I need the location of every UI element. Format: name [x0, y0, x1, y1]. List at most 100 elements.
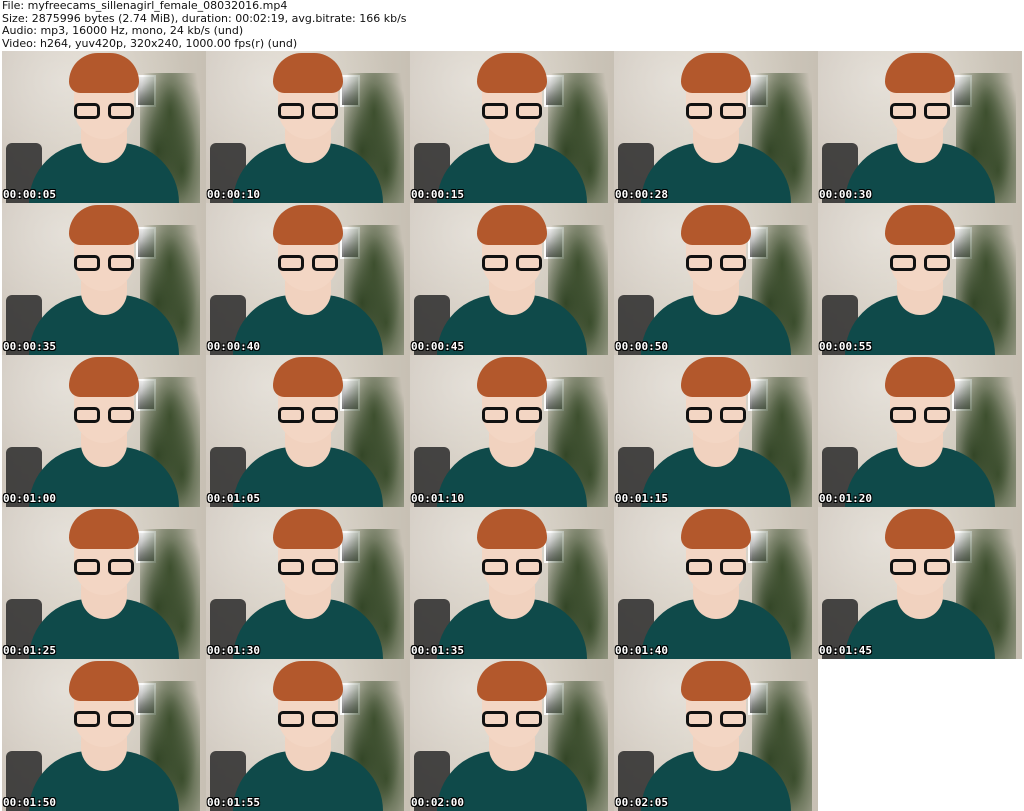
glasses [686, 559, 746, 575]
thumbnail-timestamp: 00:01:50 [3, 796, 56, 809]
glasses [74, 711, 134, 727]
video-thumbnail: 00:01:15 [614, 355, 818, 507]
video-thumbnail: 00:00:30 [818, 51, 1022, 203]
glasses [890, 559, 950, 575]
thumbnail-timestamp: 00:00:50 [615, 340, 668, 353]
video-thumbnail: 00:01:45 [818, 507, 1022, 659]
person-hair [477, 53, 547, 93]
person-hair [69, 509, 139, 549]
glasses [74, 407, 134, 423]
person-hair [681, 53, 751, 93]
thumbnail-timestamp: 00:01:15 [615, 492, 668, 505]
video-info-line: Video: h264, yuv420p, 320x240, 1000.00 f… [2, 36, 298, 50]
person-hair [273, 205, 343, 245]
video-thumbnail: 00:01:50 [2, 659, 206, 811]
person-hair [477, 661, 547, 701]
glasses [482, 103, 542, 119]
person-hair [885, 53, 955, 93]
thumbnail-timestamp: 00:02:00 [411, 796, 464, 809]
person-hair [885, 509, 955, 549]
person-hair [273, 509, 343, 549]
video-thumbnail: 00:00:05 [2, 51, 206, 203]
file-name-line: File: myfreecams_sillenagirl_female_0803… [2, 0, 288, 12]
glasses [74, 559, 134, 575]
video-thumbnail: 00:01:35 [410, 507, 614, 659]
person-hair [273, 661, 343, 701]
thumbnail-timestamp: 00:01:35 [411, 644, 464, 657]
video-thumbnail: 00:00:40 [206, 203, 410, 355]
person-hair [69, 53, 139, 93]
person-hair [273, 357, 343, 397]
person-hair [885, 205, 955, 245]
audio-info-line: Audio: mp3, 16000 Hz, mono, 24 kb/s (und… [2, 24, 244, 38]
thumbnail-timestamp: 00:00:40 [207, 340, 260, 353]
video-thumbnail: 00:01:55 [206, 659, 410, 811]
person-hair [681, 509, 751, 549]
thumbnail-timestamp: 00:01:00 [3, 492, 56, 505]
glasses [482, 255, 542, 271]
glasses [686, 255, 746, 271]
thumbnail-timestamp: 00:01:55 [207, 796, 260, 809]
thumbnail-timestamp: 00:01:05 [207, 492, 260, 505]
glasses [482, 711, 542, 727]
glasses [482, 559, 542, 575]
video-thumbnail: 00:00:35 [2, 203, 206, 355]
thumbnail-timestamp: 00:01:40 [615, 644, 668, 657]
glasses [74, 103, 134, 119]
video-thumbnail: 00:01:30 [206, 507, 410, 659]
thumbnail-timestamp: 00:01:25 [3, 644, 56, 657]
thumbnail-timestamp: 00:01:45 [819, 644, 872, 657]
thumbnail-timestamp: 00:00:10 [207, 188, 260, 201]
video-thumbnail: 00:00:28 [614, 51, 818, 203]
person-hair [681, 205, 751, 245]
glasses [686, 407, 746, 423]
glasses [686, 711, 746, 727]
thumbnail-timestamp: 00:02:05 [615, 796, 668, 809]
person-hair [885, 357, 955, 397]
person-hair [681, 357, 751, 397]
glasses [278, 407, 338, 423]
person-hair [477, 205, 547, 245]
glasses [686, 103, 746, 119]
video-thumbnail: 00:00:10 [206, 51, 410, 203]
video-thumbnail: 00:00:50 [614, 203, 818, 355]
video-thumbnail: 00:00:15 [410, 51, 614, 203]
glasses [278, 255, 338, 271]
file-info-header: File: myfreecams_sillenagirl_female_0803… [2, 0, 1022, 50]
thumbnail-timestamp: 00:01:30 [207, 644, 260, 657]
glasses [482, 407, 542, 423]
thumbnail-grid: 00:00:05 00:00:10 00:00:15 00:00:28 00:00:30… [2, 51, 1022, 811]
thumbnail-timestamp: 00:00:30 [819, 188, 872, 201]
thumbnail-timestamp: 00:00:28 [615, 188, 668, 201]
glasses [278, 103, 338, 119]
video-thumbnail: 00:02:05 [614, 659, 818, 811]
glasses [278, 559, 338, 575]
video-thumbnail: 00:00:55 [818, 203, 1022, 355]
video-thumbnail: 00:01:00 [2, 355, 206, 507]
person-hair [681, 661, 751, 701]
video-thumbnail: 00:01:05 [206, 355, 410, 507]
thumbnail-timestamp: 00:00:05 [3, 188, 56, 201]
person-hair [69, 357, 139, 397]
person-hair [477, 357, 547, 397]
thumbnail-timestamp: 00:01:20 [819, 492, 872, 505]
thumbnail-timestamp: 00:00:15 [411, 188, 464, 201]
video-thumbnail: 00:00:45 [410, 203, 614, 355]
video-thumbnail: 00:01:20 [818, 355, 1022, 507]
glasses [890, 103, 950, 119]
glasses [890, 255, 950, 271]
thumbnail-timestamp: 00:00:45 [411, 340, 464, 353]
video-thumbnail: 00:01:10 [410, 355, 614, 507]
thumbnail-timestamp: 00:00:55 [819, 340, 872, 353]
person-hair [273, 53, 343, 93]
person-hair [477, 509, 547, 549]
thumbnail-timestamp: 00:01:10 [411, 492, 464, 505]
video-thumbnail: 00:01:25 [2, 507, 206, 659]
thumbnail-timestamp: 00:00:35 [3, 340, 56, 353]
video-thumbnail: 00:02:00 [410, 659, 614, 811]
person-hair [69, 661, 139, 701]
glasses [890, 407, 950, 423]
person-hair [69, 205, 139, 245]
glasses [278, 711, 338, 727]
video-thumbnail: 00:01:40 [614, 507, 818, 659]
